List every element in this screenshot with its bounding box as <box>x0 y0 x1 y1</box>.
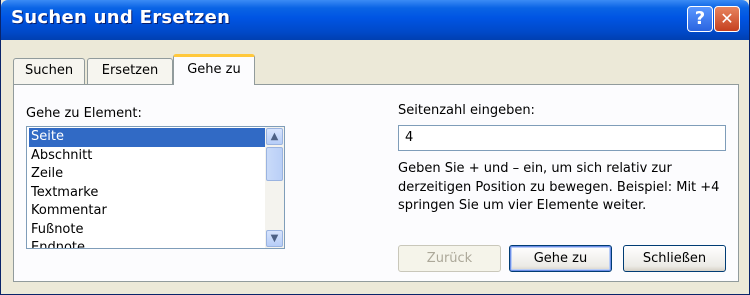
help-text: Geben Sie + und – ein, um sich relativ z… <box>398 160 723 216</box>
find-replace-dialog: Suchen und Ersetzen ? ✕ Suchen Ersetzen … <box>0 0 750 295</box>
title-bar[interactable]: Suchen und Ersetzen ? ✕ <box>1 0 749 40</box>
help-text-line: springen Sie um vier Elemente weiter. <box>398 198 647 213</box>
help-text-line: Geben Sie + und – ein, um sich relativ z… <box>398 161 672 176</box>
list-item-seite[interactable]: Seite <box>29 128 265 147</box>
page-number-input[interactable]: 4 <box>398 125 726 151</box>
list-item-zeile[interactable]: Zeile <box>29 165 265 184</box>
close-window-button[interactable]: ✕ <box>714 6 740 32</box>
element-listbox[interactable]: Seite Abschnitt Zeile Textmarke Kommenta… <box>26 126 285 249</box>
dialog-title: Suchen und Ersetzen <box>11 7 231 28</box>
question-mark-icon: ? <box>694 8 706 29</box>
chevron-down-icon: ▼ <box>270 233 279 244</box>
scroll-down-button[interactable]: ▼ <box>266 230 283 247</box>
list-item-endnote[interactable]: Endnote <box>29 239 265 248</box>
list-item-kommentar[interactable]: Kommentar <box>29 202 265 221</box>
list-item-fussnote[interactable]: Fußnote <box>29 221 265 240</box>
tab-ersetzen[interactable]: Ersetzen <box>87 58 173 84</box>
scroll-up-button[interactable]: ▲ <box>266 128 283 145</box>
list-item-abschnitt[interactable]: Abschnitt <box>29 147 265 166</box>
help-text-line: derzeitigen Position zu bewegen. Beispie… <box>398 179 720 195</box>
element-label: Gehe zu Element: <box>26 106 142 121</box>
element-list: Seite Abschnitt Zeile Textmarke Kommenta… <box>29 128 265 248</box>
gehe-zu-panel: Gehe zu Element: Seite Abschnitt Zeile T… <box>13 84 739 282</box>
chevron-up-icon: ▲ <box>270 131 279 142</box>
goto-button[interactable]: Gehe zu <box>509 245 612 272</box>
help-button[interactable]: ? <box>687 6 713 32</box>
list-item-textmarke[interactable]: Textmarke <box>29 184 265 203</box>
page-number-label: Seitenzahl eingeben: <box>398 103 535 118</box>
back-button[interactable]: Zurück <box>398 245 501 272</box>
scroll-thumb[interactable] <box>266 147 283 181</box>
tab-suchen[interactable]: Suchen <box>13 58 85 84</box>
close-icon: ✕ <box>720 9 734 28</box>
tab-gehe-zu[interactable]: Gehe zu <box>173 54 255 85</box>
close-button[interactable]: Schließen <box>623 245 726 272</box>
list-scrollbar[interactable]: ▲ ▼ <box>265 127 284 248</box>
